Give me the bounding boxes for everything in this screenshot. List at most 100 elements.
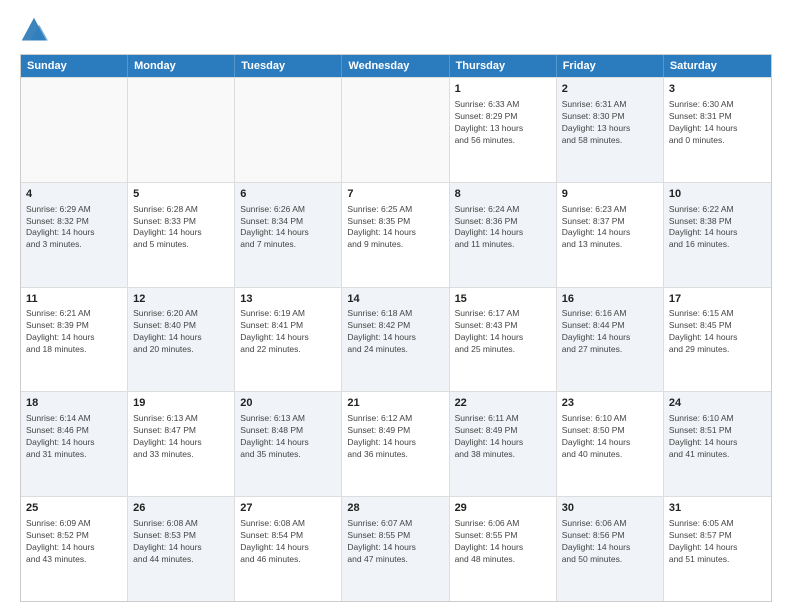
cell-info: Sunrise: 6:12 AM Sunset: 8:49 PM Dayligh… [347, 413, 443, 461]
day-number: 3 [669, 82, 766, 97]
day-number: 31 [669, 501, 766, 516]
page: SundayMondayTuesdayWednesdayThursdayFrid… [0, 0, 792, 612]
calendar-cell-day-1: 1 Sunrise: 6:33 AM Sunset: 8:29 PM Daylig… [450, 78, 557, 182]
day-number: 9 [562, 187, 658, 202]
cell-info: Sunrise: 6:31 AM Sunset: 8:30 PM Dayligh… [562, 99, 658, 147]
day-number: 20 [240, 396, 336, 411]
calendar-cell-day-6: 6Sunrise: 6:26 AM Sunset: 8:34 PM Daylig… [235, 183, 342, 287]
day-number: 7 [347, 187, 443, 202]
weekday-header-saturday: Saturday [664, 55, 771, 77]
day-number: 2 [562, 82, 658, 97]
day-number: 10 [669, 187, 766, 202]
calendar-cell-day-31: 31 Sunrise: 6:05 AM Sunset: 8:57 PM Dayli… [664, 497, 771, 601]
cell-info: Sunrise: 6:23 AM Sunset: 8:37 PM Dayligh… [562, 204, 658, 252]
cell-info: Sunrise: 6:15 AM Sunset: 8:45 PM Dayligh… [669, 308, 766, 356]
calendar-cell-day-5: 5 Sunrise: 6:28 AM Sunset: 8:33 PM Daylig… [128, 183, 235, 287]
day-number: 28 [347, 501, 443, 516]
cell-info: Sunrise: 6:09 AM Sunset: 8:52 PM Dayligh… [26, 518, 122, 566]
calendar-cell-empty [342, 78, 449, 182]
calendar-row-3: 11Sunrise: 6:21 AM Sunset: 8:39 PM Dayli… [21, 287, 771, 392]
calendar-row-1: 1 Sunrise: 6:33 AM Sunset: 8:29 PM Daylig… [21, 77, 771, 182]
day-number: 23 [562, 396, 658, 411]
calendar-cell-day-23: 23 Sunrise: 6:10 AM Sunset: 8:50 PM Dayli… [557, 392, 664, 496]
calendar-cell-day-13: 13Sunrise: 6:19 AM Sunset: 8:41 PM Dayli… [235, 288, 342, 392]
calendar-cell-day-9: 9 Sunrise: 6:23 AM Sunset: 8:37 PM Daylig… [557, 183, 664, 287]
logo [20, 16, 52, 44]
day-number: 8 [455, 187, 551, 202]
calendar-cell-day-30: 30Sunrise: 6:06 AM Sunset: 8:56 PM Dayli… [557, 497, 664, 601]
calendar-cell-day-29: 29Sunrise: 6:06 AM Sunset: 8:55 PM Dayli… [450, 497, 557, 601]
calendar-row-4: 18Sunrise: 6:14 AM Sunset: 8:46 PM Dayli… [21, 391, 771, 496]
calendar-cell-day-14: 14Sunrise: 6:18 AM Sunset: 8:42 PM Dayli… [342, 288, 449, 392]
calendar-cell-day-16: 16Sunrise: 6:16 AM Sunset: 8:44 PM Dayli… [557, 288, 664, 392]
calendar-cell-empty [128, 78, 235, 182]
cell-info: Sunrise: 6:21 AM Sunset: 8:39 PM Dayligh… [26, 308, 122, 356]
calendar-cell-day-21: 21 Sunrise: 6:12 AM Sunset: 8:49 PM Dayli… [342, 392, 449, 496]
calendar-cell-day-22: 22 Sunrise: 6:11 AM Sunset: 8:49 PM Dayli… [450, 392, 557, 496]
calendar-row-2: 4 Sunrise: 6:29 AM Sunset: 8:32 PM Daylig… [21, 182, 771, 287]
calendar-cell-day-28: 28 Sunrise: 6:07 AM Sunset: 8:55 PM Dayli… [342, 497, 449, 601]
day-number: 18 [26, 396, 122, 411]
logo-icon [20, 16, 48, 44]
calendar-cell-day-12: 12Sunrise: 6:20 AM Sunset: 8:40 PM Dayli… [128, 288, 235, 392]
cell-info: Sunrise: 6:33 AM Sunset: 8:29 PM Dayligh… [455, 99, 551, 147]
calendar-cell-day-20: 20 Sunrise: 6:13 AM Sunset: 8:48 PM Dayli… [235, 392, 342, 496]
cell-info: Sunrise: 6:10 AM Sunset: 8:50 PM Dayligh… [562, 413, 658, 461]
day-number: 16 [562, 292, 658, 307]
calendar-cell-day-27: 27Sunrise: 6:08 AM Sunset: 8:54 PM Dayli… [235, 497, 342, 601]
calendar-cell-day-17: 17Sunrise: 6:15 AM Sunset: 8:45 PM Dayli… [664, 288, 771, 392]
day-number: 21 [347, 396, 443, 411]
day-number: 29 [455, 501, 551, 516]
cell-info: Sunrise: 6:10 AM Sunset: 8:51 PM Dayligh… [669, 413, 766, 461]
day-number: 25 [26, 501, 122, 516]
calendar-cell-day-19: 19Sunrise: 6:13 AM Sunset: 8:47 PM Dayli… [128, 392, 235, 496]
weekday-header-tuesday: Tuesday [235, 55, 342, 77]
cell-info: Sunrise: 6:11 AM Sunset: 8:49 PM Dayligh… [455, 413, 551, 461]
day-number: 1 [455, 82, 551, 97]
day-number: 14 [347, 292, 443, 307]
cell-info: Sunrise: 6:22 AM Sunset: 8:38 PM Dayligh… [669, 204, 766, 252]
calendar: SundayMondayTuesdayWednesdayThursdayFrid… [20, 54, 772, 602]
day-number: 12 [133, 292, 229, 307]
weekday-header-sunday: Sunday [21, 55, 128, 77]
cell-info: Sunrise: 6:06 AM Sunset: 8:56 PM Dayligh… [562, 518, 658, 566]
day-number: 22 [455, 396, 551, 411]
cell-info: Sunrise: 6:05 AM Sunset: 8:57 PM Dayligh… [669, 518, 766, 566]
cell-info: Sunrise: 6:30 AM Sunset: 8:31 PM Dayligh… [669, 99, 766, 147]
calendar-cell-day-7: 7 Sunrise: 6:25 AM Sunset: 8:35 PM Daylig… [342, 183, 449, 287]
cell-info: Sunrise: 6:13 AM Sunset: 8:48 PM Dayligh… [240, 413, 336, 461]
cell-info: Sunrise: 6:24 AM Sunset: 8:36 PM Dayligh… [455, 204, 551, 252]
cell-info: Sunrise: 6:29 AM Sunset: 8:32 PM Dayligh… [26, 204, 122, 252]
day-number: 15 [455, 292, 551, 307]
day-number: 5 [133, 187, 229, 202]
weekday-header-monday: Monday [128, 55, 235, 77]
cell-info: Sunrise: 6:25 AM Sunset: 8:35 PM Dayligh… [347, 204, 443, 252]
cell-info: Sunrise: 6:07 AM Sunset: 8:55 PM Dayligh… [347, 518, 443, 566]
cell-info: Sunrise: 6:16 AM Sunset: 8:44 PM Dayligh… [562, 308, 658, 356]
cell-info: Sunrise: 6:28 AM Sunset: 8:33 PM Dayligh… [133, 204, 229, 252]
calendar-cell-day-8: 8 Sunrise: 6:24 AM Sunset: 8:36 PM Daylig… [450, 183, 557, 287]
cell-info: Sunrise: 6:08 AM Sunset: 8:53 PM Dayligh… [133, 518, 229, 566]
calendar-header: SundayMondayTuesdayWednesdayThursdayFrid… [21, 55, 771, 77]
calendar-cell-day-18: 18Sunrise: 6:14 AM Sunset: 8:46 PM Dayli… [21, 392, 128, 496]
calendar-cell-day-2: 2 Sunrise: 6:31 AM Sunset: 8:30 PM Daylig… [557, 78, 664, 182]
calendar-cell-empty [235, 78, 342, 182]
day-number: 26 [133, 501, 229, 516]
calendar-cell-day-4: 4 Sunrise: 6:29 AM Sunset: 8:32 PM Daylig… [21, 183, 128, 287]
calendar-cell-day-3: 3 Sunrise: 6:30 AM Sunset: 8:31 PM Daylig… [664, 78, 771, 182]
cell-info: Sunrise: 6:20 AM Sunset: 8:40 PM Dayligh… [133, 308, 229, 356]
cell-info: Sunrise: 6:17 AM Sunset: 8:43 PM Dayligh… [455, 308, 551, 356]
day-number: 24 [669, 396, 766, 411]
weekday-header-thursday: Thursday [450, 55, 557, 77]
day-number: 13 [240, 292, 336, 307]
cell-info: Sunrise: 6:13 AM Sunset: 8:47 PM Dayligh… [133, 413, 229, 461]
day-number: 4 [26, 187, 122, 202]
weekday-header-friday: Friday [557, 55, 664, 77]
day-number: 17 [669, 292, 766, 307]
cell-info: Sunrise: 6:26 AM Sunset: 8:34 PM Dayligh… [240, 204, 336, 252]
cell-info: Sunrise: 6:18 AM Sunset: 8:42 PM Dayligh… [347, 308, 443, 356]
calendar-cell-empty [21, 78, 128, 182]
calendar-cell-day-11: 11Sunrise: 6:21 AM Sunset: 8:39 PM Dayli… [21, 288, 128, 392]
day-number: 27 [240, 501, 336, 516]
calendar-cell-day-25: 25 Sunrise: 6:09 AM Sunset: 8:52 PM Dayli… [21, 497, 128, 601]
